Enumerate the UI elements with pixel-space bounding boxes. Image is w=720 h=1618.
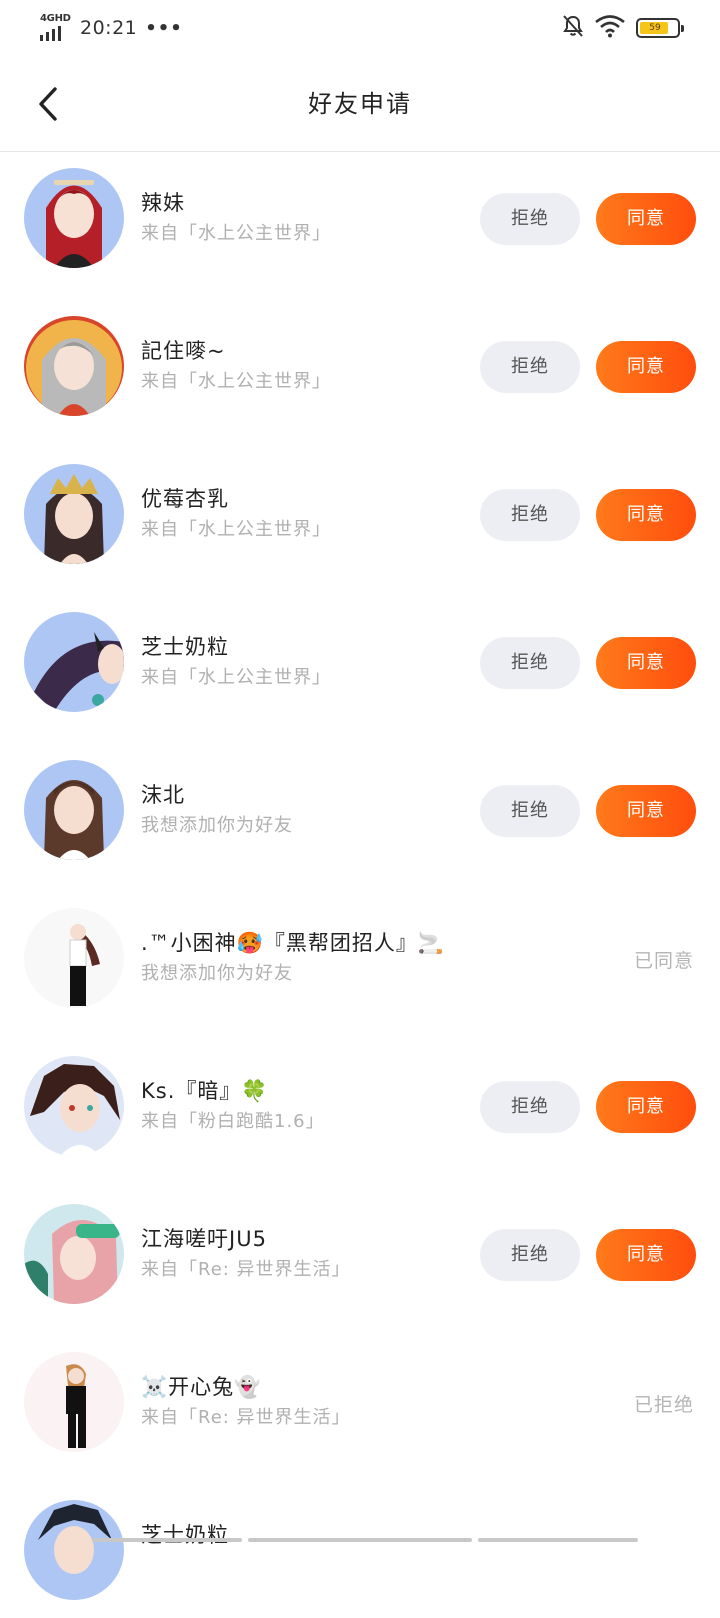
avatar[interactable] [24, 316, 124, 416]
accept-button[interactable]: 同意 [596, 341, 696, 393]
reject-button[interactable]: 拒绝 [480, 193, 580, 245]
reject-button[interactable]: 拒绝 [480, 341, 580, 393]
request-source: 来自「水上公主世界」 [141, 223, 331, 244]
avatar[interactable] [24, 612, 124, 712]
request-source: 来自「水上公主世界」 [141, 519, 331, 540]
signal-icon: 4GHD [40, 13, 72, 43]
request-source: 来自「水上公主世界」 [141, 371, 331, 392]
reject-button[interactable]: 拒绝 [480, 489, 580, 541]
requester-name: 江海嗟吁JU5 [141, 1227, 267, 1251]
avatar[interactable] [24, 1204, 124, 1304]
network-type: 4GHD [40, 13, 71, 24]
requester-name: 芝士奶粒 [141, 635, 229, 659]
bottom-scroll-indicator [0, 1538, 720, 1544]
request-row: 記住嘜~ 来自「水上公主世界」 拒绝 同意 [0, 300, 720, 434]
accept-button[interactable]: 同意 [596, 637, 696, 689]
status-left: 4GHD 20:21 ••• [40, 12, 183, 44]
avatar[interactable] [24, 1352, 124, 1452]
request-source: 来自「水上公主世界」 [141, 667, 331, 688]
rejected-status: 已拒绝 [633, 1394, 694, 1416]
request-source: 我想添加你为好友 [141, 963, 293, 984]
request-row: 芝士奶粒 [0, 1484, 720, 1618]
avatar[interactable] [24, 1500, 124, 1600]
accept-button[interactable]: 同意 [596, 193, 696, 245]
avatar[interactable] [24, 168, 124, 268]
wifi-icon [594, 14, 626, 42]
avatar[interactable] [24, 1056, 124, 1156]
request-row: 沫北 我想添加你为好友 拒绝 同意 [0, 744, 720, 878]
accepted-status: 已同意 [633, 950, 694, 972]
reject-button[interactable]: 拒绝 [480, 1229, 580, 1281]
request-source: 来自「Re: 异世界生活」 [141, 1407, 351, 1428]
requester-name: ☠️开心兔👻 [141, 1375, 262, 1399]
reject-button[interactable]: 拒绝 [480, 1081, 580, 1133]
request-row: 辣妹 来自「水上公主世界」 拒绝 同意 [0, 152, 720, 286]
battery-icon: 59 [636, 18, 684, 38]
reject-button[interactable]: 拒绝 [480, 785, 580, 837]
request-row: 优莓杏乳 来自「水上公主世界」 拒绝 同意 [0, 448, 720, 582]
nav-header: 好友申请 [0, 56, 720, 152]
battery-level: 59 [649, 23, 661, 33]
request-source: 我想添加你为好友 [141, 815, 293, 836]
requester-name: 沫北 [141, 783, 185, 807]
accept-button[interactable]: 同意 [596, 489, 696, 541]
request-row: .™小困神🥵『黑帮团招人』🚬 我想添加你为好友 已同意 [0, 892, 720, 1026]
request-row: ☠️开心兔👻 来自「Re: 异世界生活」 已拒绝 [0, 1336, 720, 1470]
request-row: 江海嗟吁JU5 来自「Re: 异世界生活」 拒绝 同意 [0, 1188, 720, 1322]
requester-name: 辣妹 [141, 191, 185, 215]
request-source: 来自「粉白跑酷1.6」 [141, 1111, 325, 1132]
requester-name: 芝士奶粒 [141, 1523, 229, 1547]
reject-button[interactable]: 拒绝 [480, 637, 580, 689]
request-source: 来自「Re: 异世界生活」 [141, 1259, 351, 1280]
status-time: 20:21 [80, 17, 138, 39]
status-bar: 4GHD 20:21 ••• 59 [0, 0, 720, 56]
requester-name: .™小困神🥵『黑帮团招人』🚬 [141, 931, 445, 955]
requester-name: Ks.『暗』🍀 [141, 1079, 269, 1103]
avatar[interactable] [24, 760, 124, 860]
page-title: 好友申请 [308, 90, 412, 118]
request-row: Ks.『暗』🍀 来自「粉白跑酷1.6」 拒绝 同意 [0, 1040, 720, 1174]
requester-name: 优莓杏乳 [141, 487, 229, 511]
more-notifications-icon: ••• [145, 17, 183, 39]
requester-name: 記住嘜~ [141, 339, 226, 363]
accept-button[interactable]: 同意 [596, 1229, 696, 1281]
avatar[interactable] [24, 464, 124, 564]
status-right: 59 [562, 14, 684, 42]
accept-button[interactable]: 同意 [596, 1081, 696, 1133]
request-row: 芝士奶粒 来自「水上公主世界」 拒绝 同意 [0, 596, 720, 730]
bell-muted-icon [562, 14, 584, 42]
accept-button[interactable]: 同意 [596, 785, 696, 837]
avatar[interactable] [24, 908, 124, 1008]
